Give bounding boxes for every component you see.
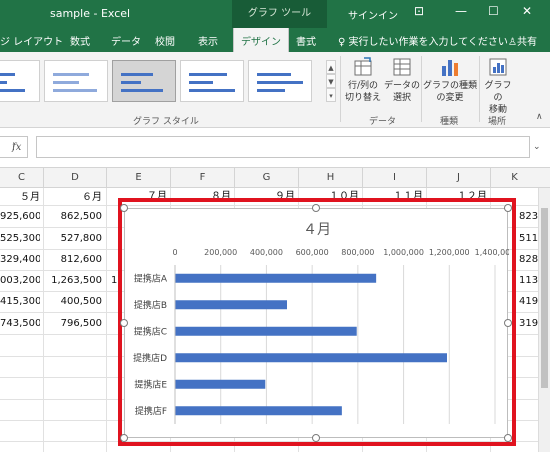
move-chart-label-1: グラフの	[484, 81, 512, 103]
select-data-button[interactable]: データの 選択	[384, 56, 420, 104]
formula-bar: ⋮ fx ⌄	[0, 128, 550, 168]
change-chart-type-icon	[439, 56, 461, 78]
column-header-k[interactable]: K	[491, 168, 538, 188]
highlight-box	[118, 198, 516, 446]
cell-d-row4[interactable]: 1,263,500	[44, 270, 102, 291]
tell-me-search[interactable]: ♀ 実行したい作業を入力してください	[338, 33, 508, 48]
column-header-e[interactable]: E	[107, 168, 171, 188]
chart-style-thumb-2[interactable]	[44, 60, 108, 102]
cell-c-row6[interactable]: 743,500	[0, 313, 40, 334]
ribbon-separator	[340, 56, 341, 122]
share-button[interactable]: ♙共有	[508, 33, 537, 48]
column-header-f[interactable]: F	[171, 168, 235, 188]
month-header-may: ５月	[20, 192, 40, 203]
switch-row-column-label-2: 切り替え	[344, 93, 381, 103]
group-label-chart-styles: グラフ スタイル	[133, 117, 199, 127]
tab-page-layout[interactable]: ジ レイアウト	[0, 33, 63, 48]
column-header-h[interactable]: H	[299, 168, 363, 188]
close-button[interactable]: ✕	[522, 4, 532, 18]
select-data-label-2: 選択	[392, 93, 411, 103]
tab-view[interactable]: 表示	[198, 33, 218, 48]
column-header-j[interactable]: J	[427, 168, 491, 188]
chart-style-thumb-4[interactable]	[180, 60, 244, 102]
switch-row-column-icon	[352, 56, 374, 78]
column-header-c[interactable]: C	[0, 168, 44, 188]
chart-style-thumb-3[interactable]	[112, 60, 176, 102]
resize-handle-top[interactable]	[312, 204, 320, 212]
minimize-button[interactable]: —	[455, 4, 467, 18]
resize-handle-left[interactable]	[120, 319, 128, 327]
gallery-scroll-up-icon[interactable]: ▲	[326, 60, 336, 74]
maximize-button[interactable]: ☐	[488, 4, 499, 18]
tab-review[interactable]: 校閲	[155, 33, 175, 48]
cell-c-row5[interactable]: 415,300	[0, 291, 40, 312]
month-header-june: ６月	[82, 192, 102, 203]
ribbon-separator	[479, 56, 480, 122]
resize-handle-right[interactable]	[504, 319, 512, 327]
tell-me-text: 実行したい作業を入力してください	[348, 37, 508, 48]
switch-row-column-button[interactable]: 行/列の 切り替え	[344, 56, 382, 104]
select-data-label-1: データの	[384, 81, 421, 91]
tab-data[interactable]: データ	[111, 33, 141, 48]
tab-formulas[interactable]: 数式	[70, 33, 90, 48]
resize-handle-bottom[interactable]	[312, 434, 320, 442]
cell-d-row6[interactable]: 796,500	[44, 313, 102, 334]
ribbon-display-options-icon[interactable]: ⊡	[414, 4, 424, 18]
resize-handle-bottom-left[interactable]	[120, 434, 128, 442]
move-chart-button[interactable]: グラフの 移動	[481, 56, 515, 116]
share-label: 共有	[516, 37, 537, 48]
tab-design[interactable]: デザイン	[233, 28, 289, 53]
cell-c-row4[interactable]: 003,200	[0, 270, 40, 291]
move-chart-icon	[487, 56, 509, 78]
column-headers: C D E F G H I J K	[0, 168, 550, 188]
ribbon: ▲ ▼ ▾ グラフ スタイル 行/列の 切り替え データの 選択 データ グラフ…	[0, 52, 550, 128]
cell-c-row2[interactable]: 525,300	[0, 228, 40, 249]
vertical-scrollbar[interactable]	[538, 188, 550, 452]
ribbon-separator	[421, 56, 422, 122]
title-bar: sample - Excel グラフ ツール サインイン ⊡ — ☐ ✕	[0, 0, 550, 28]
collapse-ribbon-icon[interactable]: ∧	[536, 112, 543, 122]
cell-d-row5[interactable]: 400,500	[44, 291, 102, 312]
cell-c-row3[interactable]: 329,400	[0, 249, 40, 270]
cell-d-row3[interactable]: 812,600	[44, 249, 102, 270]
expand-formula-bar-icon[interactable]: ⌄	[533, 142, 541, 152]
resize-handle-top-right[interactable]	[504, 204, 512, 212]
scrollbar-thumb[interactable]	[541, 208, 548, 388]
gallery-more-icon[interactable]: ▾	[326, 88, 336, 102]
chart-style-thumb-5[interactable]	[248, 60, 312, 102]
group-label-data: データ	[369, 117, 397, 127]
column-header-i[interactable]: I	[363, 168, 427, 188]
person-icon: ♙	[508, 37, 517, 48]
tab-format[interactable]: 書式	[296, 33, 316, 48]
cell-d-row2[interactable]: 527,800	[44, 228, 102, 249]
chart-style-gallery: ▲ ▼ ▾	[0, 58, 336, 104]
cell-d-row1[interactable]: 862,500	[44, 206, 102, 227]
signin-link[interactable]: サインイン	[348, 7, 398, 22]
resize-handle-bottom-right[interactable]	[504, 434, 512, 442]
group-label-location: 場所	[488, 117, 507, 127]
chart-style-thumb-1[interactable]	[0, 60, 40, 102]
column-line	[106, 188, 107, 452]
switch-row-column-label-1: 行/列の	[347, 81, 379, 91]
gallery-scroll-down-icon[interactable]: ▼	[326, 74, 336, 88]
group-label-type: 種類	[440, 117, 459, 127]
change-chart-type-button[interactable]: グラフの種類 の変更	[423, 56, 477, 104]
change-chart-type-label-1: グラフの種類	[423, 81, 478, 91]
insert-function-icon[interactable]: fx	[12, 142, 21, 153]
select-data-icon	[391, 56, 413, 78]
column-header-g[interactable]: G	[235, 168, 299, 188]
cell-c-row1[interactable]: 925,600	[0, 206, 40, 227]
change-chart-type-label-2: の変更	[436, 93, 464, 103]
resize-handle-top-left[interactable]	[120, 204, 128, 212]
document-title: sample - Excel	[50, 7, 131, 20]
lightbulb-icon: ♀	[338, 37, 349, 48]
formula-input[interactable]	[36, 136, 530, 158]
ribbon-tabs: ジ レイアウト 数式 データ 校閲 表示 デザイン 書式 ♀ 実行したい作業を入…	[0, 28, 550, 53]
column-header-d[interactable]: D	[44, 168, 107, 188]
chart-tools-context-label: グラフ ツール	[232, 0, 327, 28]
